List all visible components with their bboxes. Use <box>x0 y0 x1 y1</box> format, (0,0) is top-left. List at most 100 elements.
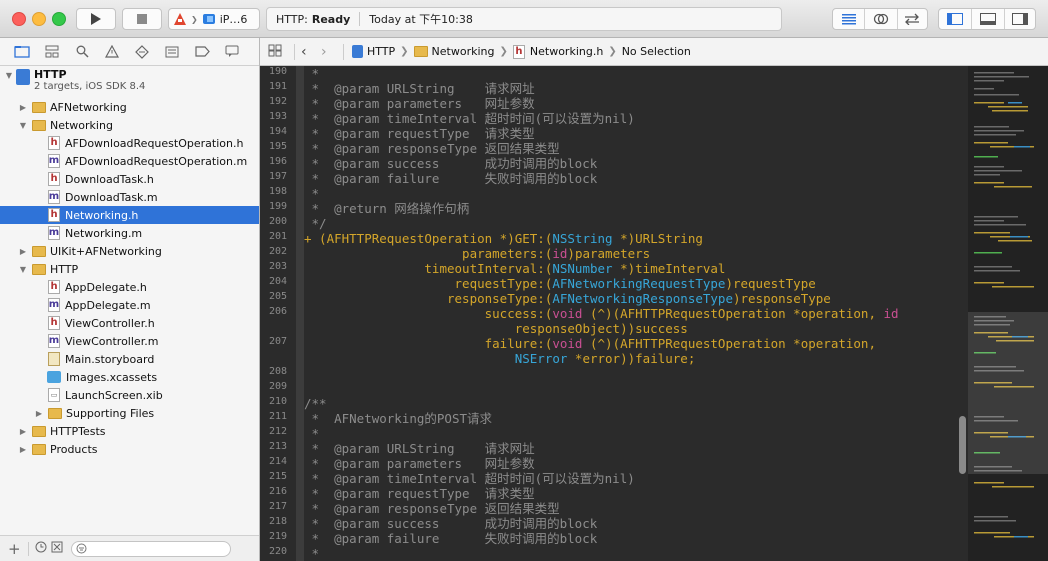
scheme-selector[interactable]: ❯ iP…6 <box>168 8 260 30</box>
breadcrumb-file[interactable]: h Networking.h <box>512 44 603 59</box>
version-editor-button[interactable] <box>898 9 927 29</box>
tree-item-networking[interactable]: ▼ Networking <box>0 116 259 134</box>
tree-item-afdownloadrequestoperation-m[interactable]: m AFDownloadRequestOperation.m <box>0 152 259 170</box>
line-number: 206 <box>268 306 287 317</box>
report-navigator-tab[interactable] <box>220 43 244 61</box>
tree-item-uikit-afnetworking[interactable]: ▶ UIKit+AFNetworking <box>0 242 259 260</box>
minimap-visible-region[interactable] <box>968 312 1048 474</box>
tree-item-viewcontroller-m[interactable]: m ViewController.m <box>0 332 259 350</box>
line-number: 200 <box>268 216 287 227</box>
tree-item-label: Products <box>50 442 98 456</box>
tree-item-products[interactable]: ▶ Products <box>0 440 259 458</box>
line-number: 203 <box>268 261 287 272</box>
issue-navigator-tab[interactable] <box>100 43 124 61</box>
code-folding-ribbon[interactable] <box>296 66 304 561</box>
jump-bar: ‹ › HTTP ❯ Networking ❯ h Networking.h ❯… <box>260 38 1048 66</box>
line-number: 198 <box>268 186 287 197</box>
breadcrumb-label: Networking <box>431 45 495 58</box>
tree-item-supporting-files[interactable]: ▶ Supporting Files <box>0 404 259 422</box>
tree-item-viewcontroller-h[interactable]: h ViewController.h <box>0 314 259 332</box>
folder-icon <box>48 407 62 419</box>
toggle-navigator-button[interactable] <box>939 9 973 29</box>
project-navigator-tab[interactable] <box>10 43 34 61</box>
symbol-navigator-tab[interactable] <box>40 43 64 61</box>
scrollbar-thumb[interactable] <box>959 416 966 474</box>
toggle-utilities-button[interactable] <box>1005 9 1035 29</box>
tree-item-http-group[interactable]: ▼ HTTP <box>0 260 259 278</box>
stop-button[interactable] <box>122 8 162 30</box>
toolbar-divider <box>28 541 29 556</box>
breakpoint-navigator-tab[interactable] <box>190 43 214 61</box>
modified-files-filter-button[interactable] <box>51 541 69 556</box>
toggle-debug-area-button[interactable] <box>972 9 1005 29</box>
disclosure-down-icon: ▼ <box>5 71 13 80</box>
back-button[interactable]: ‹ <box>301 44 321 60</box>
breadcrumb-group[interactable]: Networking <box>413 45 495 58</box>
status-time: Today at 下午10:38 <box>369 13 473 26</box>
disclosure-right-icon: ▶ <box>19 102 27 112</box>
assistant-editor-button[interactable] <box>865 9 898 29</box>
project-navigator: ▼ HTTP 2 targets, iOS SDK 8.4 ▶ AFNetwork… <box>0 38 260 561</box>
tree-item-label: Main.storyboard <box>65 352 155 366</box>
related-items-button[interactable] <box>268 44 288 60</box>
tree-item-label: ViewController.m <box>65 334 159 348</box>
jump-divider <box>294 43 295 60</box>
project-row[interactable]: ▼ HTTP 2 targets, iOS SDK 8.4 <box>0 66 259 96</box>
tree-item-downloadtask-m[interactable]: m DownloadTask.m <box>0 188 259 206</box>
tree-item-label: Supporting Files <box>66 406 155 420</box>
status-divider <box>359 12 361 26</box>
vertical-scrollbar[interactable] <box>957 66 968 561</box>
find-navigator-tab[interactable] <box>70 43 94 61</box>
disclosure-right-icon: ▶ <box>35 408 43 418</box>
minimize-window-button[interactable] <box>32 12 46 26</box>
close-window-button[interactable] <box>12 12 26 26</box>
recent-files-filter-button[interactable] <box>35 541 51 556</box>
disclosure-right-icon: ▶ <box>19 426 27 436</box>
code-line: /** <box>304 396 327 411</box>
tree-item-main-storyboard[interactable]: Main.storyboard <box>0 350 259 368</box>
implementation-file-icon: m <box>48 154 60 168</box>
line-number: 218 <box>268 516 287 527</box>
debug-navigator-tab[interactable] <box>160 43 184 61</box>
asset-catalog-icon <box>47 371 61 383</box>
tree-item-appdelegate-h[interactable]: h AppDelegate.h <box>0 278 259 296</box>
tree-item-afdownloadrequestoperation-h[interactable]: h AFDownloadRequestOperation.h <box>0 134 259 152</box>
navigator-filter-bar: + <box>0 535 259 561</box>
minimap[interactable] <box>968 66 1048 561</box>
run-button[interactable] <box>76 8 116 30</box>
implementation-file-icon: m <box>48 334 60 348</box>
stop-icon <box>137 14 147 24</box>
tree-item-networking-m[interactable]: m Networking.m <box>0 224 259 242</box>
add-file-button[interactable]: + <box>8 540 22 558</box>
standard-editor-button[interactable] <box>833 9 866 29</box>
tree-item-launchscreen-xib[interactable]: ▭ LaunchScreen.xib <box>0 386 259 404</box>
editor-mode-control <box>832 8 928 30</box>
tree-item-images-xcassets[interactable]: Images.xcassets <box>0 368 259 386</box>
header-file-icon: h <box>512 44 525 59</box>
source-editor[interactable]: 190 191 192 193 194 195 196 197 198 199 … <box>260 66 965 561</box>
tree-item-appdelegate-m[interactable]: m AppDelegate.m <box>0 296 259 314</box>
breadcrumb-selection[interactable]: No Selection <box>622 45 691 58</box>
tree-item-label: AFDownloadRequestOperation.h <box>65 136 244 150</box>
header-file-icon: h <box>48 136 60 150</box>
zoom-window-button[interactable] <box>52 12 66 26</box>
tree-item-afnetworking[interactable]: ▶ AFNetworking <box>0 98 259 116</box>
tree-item-label: AFDownloadRequestOperation.m <box>65 154 248 168</box>
line-number: 207 <box>268 336 287 347</box>
diamond-icon <box>135 44 149 59</box>
test-navigator-tab[interactable] <box>130 43 154 61</box>
tree-item-networking-h[interactable]: h Networking.h <box>0 206 259 224</box>
project-subtitle: 2 targets, iOS SDK 8.4 <box>34 81 146 92</box>
line-number: 191 <box>268 81 287 92</box>
tree-item-downloadtask-h[interactable]: h DownloadTask.h <box>0 170 259 188</box>
forward-button[interactable]: › <box>321 44 341 60</box>
tree-item-httptests[interactable]: ▶ HTTPTests <box>0 422 259 440</box>
code-line: * @param responseType 返回结果类型 <box>304 141 560 156</box>
line-number: 204 <box>268 276 287 287</box>
filter-input[interactable] <box>71 540 231 557</box>
code-line: * @param requestType 请求类型 <box>304 486 535 501</box>
breadcrumb-project[interactable]: HTTP <box>352 45 395 58</box>
line-number: 193 <box>268 111 287 122</box>
right-panel-icon <box>1011 13 1028 25</box>
code-line: * <box>304 186 320 201</box>
